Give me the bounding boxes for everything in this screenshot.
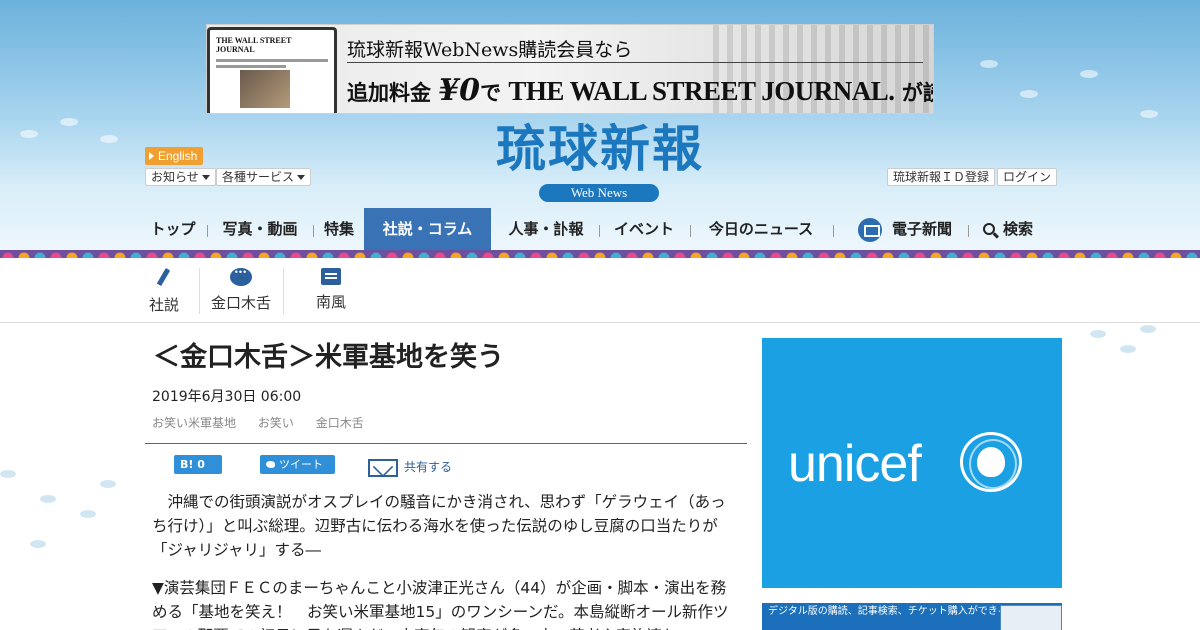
nav-todays-news[interactable]: 今日のニュース	[700, 208, 822, 252]
english-button[interactable]: English	[145, 147, 204, 165]
fish-decoration	[20, 130, 38, 138]
subnav-haebaru[interactable]: 南風	[310, 266, 352, 318]
wsj-banner-ad[interactable]: THE WALL STREET JOURNAL 琉球新報WebNews購読会員な…	[206, 24, 934, 114]
fish-decoration	[100, 480, 116, 488]
fish-decoration	[60, 118, 78, 126]
nav-personnel-obituary[interactable]: 人事・訃報	[500, 208, 592, 252]
id-register-button[interactable]: 琉球新報ＩＤ登録	[887, 168, 996, 186]
epaper-icon	[857, 218, 882, 243]
twitter-bird-icon	[266, 461, 275, 468]
fish-decoration	[1020, 90, 1038, 98]
envelope-icon	[368, 458, 398, 477]
message-icon	[321, 268, 341, 285]
digital-subscription-ad[interactable]: デジタル版の購読、記事検索、チケット購入ができる	[762, 603, 1062, 630]
banner-line-1: 琉球新報WebNews購読会員なら	[347, 39, 633, 61]
login-button[interactable]: ログイン	[997, 168, 1058, 186]
subnav-kinkuchi-bokuzetsu[interactable]: 金口木舌	[206, 266, 276, 318]
play-icon	[149, 152, 154, 160]
article-paragraph: 沖縄での街頭演説がオスプレイの騒音にかき消され、思わず「ゲラウェイ（あっち行け）…	[152, 493, 726, 559]
speech-bubble-icon	[230, 267, 252, 286]
article-date: 2019年6月30日 06:00	[152, 389, 302, 405]
site-logo[interactable]: 琉球新報	[450, 118, 750, 180]
tag-link[interactable]: お笑い米軍基地	[152, 416, 236, 430]
fish-decoration	[80, 510, 96, 518]
fish-decoration	[100, 135, 118, 143]
nav-search[interactable]: 検索	[976, 208, 1040, 252]
nav-epaper[interactable]: 電子新聞	[850, 208, 960, 252]
unicef-emblem-icon	[960, 432, 1022, 492]
unicef-ad[interactable]: unicef	[762, 338, 1062, 588]
nav-events[interactable]: イベント	[606, 208, 682, 252]
pattern-divider	[0, 250, 1200, 258]
banner-line-2: 追加料金 ¥0で THE WALL STREET JOURNAL. が読める	[347, 73, 933, 108]
fish-decoration	[40, 495, 56, 503]
notices-dropdown[interactable]: お知らせ	[145, 168, 216, 186]
pen-icon	[153, 268, 175, 288]
subnav-editorial[interactable]: 社説	[145, 266, 183, 318]
article-tags: お笑い米軍基地 お笑い 金口木舌	[152, 414, 747, 431]
unicef-wordmark: unicef	[788, 435, 922, 493]
logo-subtitle[interactable]: Web News	[539, 184, 659, 202]
caret-down-icon	[297, 175, 306, 180]
sub-nav: 社説 金口木舌 南風	[0, 258, 1200, 323]
screen-thumbnail	[1000, 605, 1062, 630]
caret-down-icon	[201, 175, 210, 180]
services-dropdown[interactable]: 各種サービス	[216, 168, 312, 186]
share-bar: B! 0 ツイート 共有する	[145, 444, 747, 478]
nav-top[interactable]: トップ	[145, 208, 201, 252]
fish-decoration	[30, 540, 46, 548]
fish-decoration	[1140, 325, 1156, 333]
article-paragraph: ▼演芸集団ＦＥＣのまーちゃんこと小波津正光さん（44）が企画・脚本・演出を務める…	[152, 579, 729, 630]
fish-decoration	[1080, 70, 1098, 78]
nav-photo-video[interactable]: 写真・動画	[214, 208, 306, 252]
laptop-image: THE WALL STREET JOURNAL	[207, 27, 337, 113]
fish-decoration	[1090, 330, 1106, 338]
hatena-bookmark-button[interactable]: B! 0	[174, 455, 222, 474]
article: ＜金口木舌＞米軍基地を笑う 2019年6月30日 06:00 お笑い米軍基地 お…	[145, 338, 747, 630]
tweet-button[interactable]: ツイート	[260, 455, 335, 474]
tag-link[interactable]: お笑い	[258, 416, 294, 430]
nav-editorial-column[interactable]: 社説・コラム	[364, 208, 491, 252]
share-button[interactable]: 共有する	[368, 456, 452, 478]
fish-decoration	[1140, 110, 1158, 118]
fish-decoration	[0, 470, 16, 478]
tag-link[interactable]: 金口木舌	[316, 416, 364, 430]
fish-decoration	[1120, 345, 1136, 353]
nav-features[interactable]: 特集	[318, 208, 360, 252]
search-icon	[982, 223, 995, 235]
fish-decoration	[980, 60, 998, 68]
main-nav: トップ 写真・動画 特集 社説・コラム 人事・訃報 イベント 今日のニュース 電…	[0, 208, 1200, 252]
article-headline: ＜金口木舌＞米軍基地を笑う	[153, 342, 504, 373]
